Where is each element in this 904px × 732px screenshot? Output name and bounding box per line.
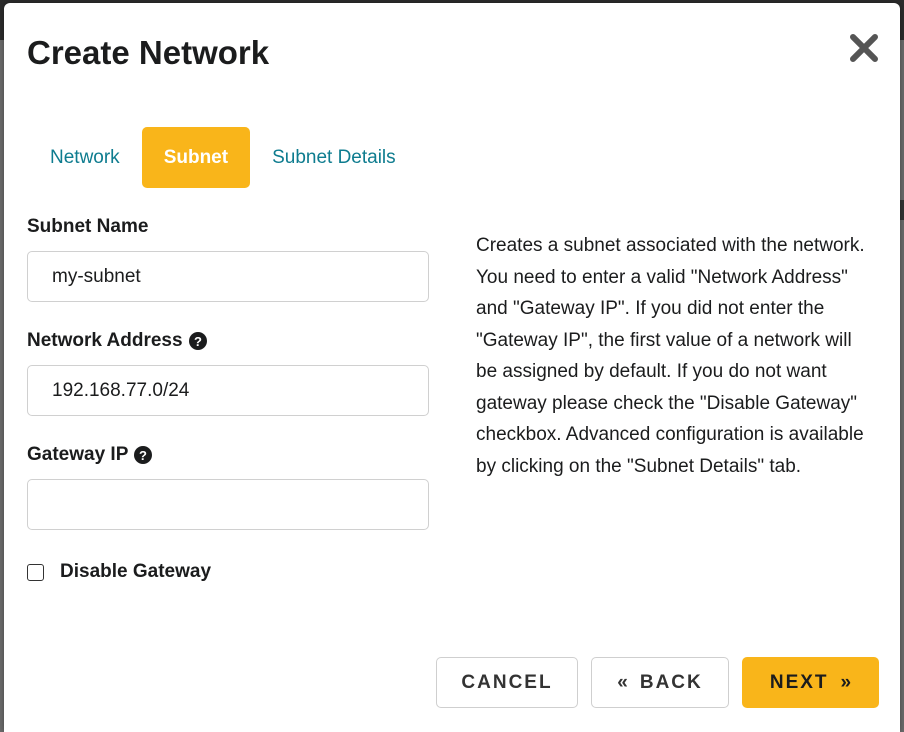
tab-subnet-details[interactable]: Subnet Details bbox=[250, 127, 418, 188]
double-chevron-right-icon: » bbox=[840, 671, 852, 693]
tab-subnet[interactable]: Subnet bbox=[141, 127, 251, 188]
subnet-description: Creates a subnet associated with the net… bbox=[476, 235, 865, 477]
disable-gateway-row: Disable Gateway bbox=[27, 561, 211, 583]
disable-gateway-label[interactable]: Disable Gateway bbox=[60, 561, 211, 583]
next-button-label: NEXT bbox=[769, 671, 829, 693]
network-address-label: Network Address ? bbox=[27, 330, 207, 352]
back-button[interactable]: « BACK bbox=[591, 657, 729, 708]
gateway-ip-label-text: Gateway IP bbox=[27, 444, 129, 465]
modal-title: Create Network bbox=[27, 34, 270, 71]
backdrop-fragment bbox=[900, 200, 904, 220]
network-address-input[interactable] bbox=[27, 365, 429, 416]
question-circle-icon[interactable]: ? bbox=[134, 446, 153, 464]
svg-text:?: ? bbox=[139, 448, 147, 463]
tab-network[interactable]: Network bbox=[28, 127, 142, 188]
cancel-button[interactable]: CANCEL bbox=[436, 657, 578, 708]
back-button-label: BACK bbox=[639, 671, 703, 693]
question-circle-icon[interactable]: ? bbox=[188, 332, 207, 350]
create-network-modal: Create Network Network Subnet Subnet Det… bbox=[4, 3, 900, 732]
close-icon[interactable] bbox=[847, 31, 881, 65]
gateway-ip-input[interactable] bbox=[27, 479, 429, 530]
tab-bar: Network Subnet Subnet Details bbox=[28, 127, 418, 188]
double-chevron-left-icon: « bbox=[617, 671, 628, 693]
subnet-name-label-text: Subnet Name bbox=[27, 216, 149, 237]
network-address-label-text: Network Address bbox=[27, 330, 183, 351]
next-button[interactable]: NEXT » bbox=[742, 657, 879, 708]
gateway-ip-label: Gateway IP ? bbox=[27, 444, 153, 466]
cancel-button-label: CANCEL bbox=[461, 671, 553, 693]
disable-gateway-checkbox[interactable] bbox=[27, 563, 44, 581]
subnet-name-input[interactable] bbox=[27, 251, 429, 302]
svg-text:?: ? bbox=[194, 334, 202, 349]
subnet-name-label: Subnet Name bbox=[27, 216, 148, 238]
